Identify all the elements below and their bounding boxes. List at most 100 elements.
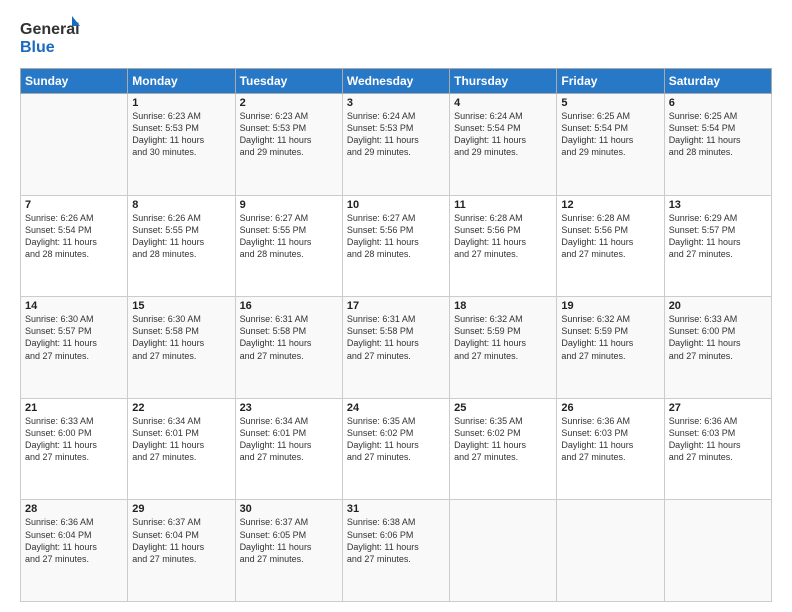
day-info: Sunrise: 6:30 AM Sunset: 5:57 PM Dayligh… — [25, 313, 123, 362]
day-info: Sunrise: 6:36 AM Sunset: 6:04 PM Dayligh… — [25, 516, 123, 565]
day-number: 24 — [347, 402, 445, 414]
day-info: Sunrise: 6:33 AM Sunset: 6:00 PM Dayligh… — [25, 415, 123, 464]
calendar-cell: 5Sunrise: 6:25 AM Sunset: 5:54 PM Daylig… — [557, 94, 664, 196]
day-info: Sunrise: 6:23 AM Sunset: 5:53 PM Dayligh… — [132, 110, 230, 159]
day-info: Sunrise: 6:25 AM Sunset: 5:54 PM Dayligh… — [561, 110, 659, 159]
calendar-cell — [664, 500, 771, 602]
calendar-cell: 13Sunrise: 6:29 AM Sunset: 5:57 PM Dayli… — [664, 195, 771, 297]
calendar-cell: 31Sunrise: 6:38 AM Sunset: 6:06 PM Dayli… — [342, 500, 449, 602]
calendar-cell: 27Sunrise: 6:36 AM Sunset: 6:03 PM Dayli… — [664, 398, 771, 500]
calendar-cell: 23Sunrise: 6:34 AM Sunset: 6:01 PM Dayli… — [235, 398, 342, 500]
day-info: Sunrise: 6:37 AM Sunset: 6:04 PM Dayligh… — [132, 516, 230, 565]
day-number: 28 — [25, 503, 123, 515]
day-number: 5 — [561, 97, 659, 109]
day-info: Sunrise: 6:33 AM Sunset: 6:00 PM Dayligh… — [669, 313, 767, 362]
day-info: Sunrise: 6:29 AM Sunset: 5:57 PM Dayligh… — [669, 212, 767, 261]
day-of-week-header: Monday — [128, 69, 235, 94]
logo: GeneralBlue — [20, 16, 80, 58]
calendar-cell: 21Sunrise: 6:33 AM Sunset: 6:00 PM Dayli… — [21, 398, 128, 500]
day-info: Sunrise: 6:35 AM Sunset: 6:02 PM Dayligh… — [454, 415, 552, 464]
day-number: 14 — [25, 300, 123, 312]
day-number: 2 — [240, 97, 338, 109]
calendar-cell — [557, 500, 664, 602]
header: GeneralBlue — [20, 16, 772, 58]
day-info: Sunrise: 6:31 AM Sunset: 5:58 PM Dayligh… — [347, 313, 445, 362]
day-number: 12 — [561, 199, 659, 211]
day-info: Sunrise: 6:27 AM Sunset: 5:56 PM Dayligh… — [347, 212, 445, 261]
day-number: 30 — [240, 503, 338, 515]
day-number: 9 — [240, 199, 338, 211]
calendar-cell: 6Sunrise: 6:25 AM Sunset: 5:54 PM Daylig… — [664, 94, 771, 196]
calendar-cell: 9Sunrise: 6:27 AM Sunset: 5:55 PM Daylig… — [235, 195, 342, 297]
day-number: 21 — [25, 402, 123, 414]
calendar-table: SundayMondayTuesdayWednesdayThursdayFrid… — [20, 68, 772, 602]
day-info: Sunrise: 6:26 AM Sunset: 5:54 PM Dayligh… — [25, 212, 123, 261]
calendar-cell — [450, 500, 557, 602]
day-number: 1 — [132, 97, 230, 109]
day-number: 22 — [132, 402, 230, 414]
day-number: 15 — [132, 300, 230, 312]
day-number: 25 — [454, 402, 552, 414]
day-number: 26 — [561, 402, 659, 414]
day-number: 7 — [25, 199, 123, 211]
calendar-cell: 4Sunrise: 6:24 AM Sunset: 5:54 PM Daylig… — [450, 94, 557, 196]
calendar-week-row: 21Sunrise: 6:33 AM Sunset: 6:00 PM Dayli… — [21, 398, 772, 500]
calendar-week-row: 1Sunrise: 6:23 AM Sunset: 5:53 PM Daylig… — [21, 94, 772, 196]
day-info: Sunrise: 6:34 AM Sunset: 6:01 PM Dayligh… — [132, 415, 230, 464]
calendar-cell — [21, 94, 128, 196]
calendar-cell: 14Sunrise: 6:30 AM Sunset: 5:57 PM Dayli… — [21, 297, 128, 399]
calendar-cell: 20Sunrise: 6:33 AM Sunset: 6:00 PM Dayli… — [664, 297, 771, 399]
day-info: Sunrise: 6:36 AM Sunset: 6:03 PM Dayligh… — [561, 415, 659, 464]
calendar-cell: 2Sunrise: 6:23 AM Sunset: 5:53 PM Daylig… — [235, 94, 342, 196]
day-number: 27 — [669, 402, 767, 414]
calendar-cell: 11Sunrise: 6:28 AM Sunset: 5:56 PM Dayli… — [450, 195, 557, 297]
calendar-week-row: 7Sunrise: 6:26 AM Sunset: 5:54 PM Daylig… — [21, 195, 772, 297]
day-info: Sunrise: 6:27 AM Sunset: 5:55 PM Dayligh… — [240, 212, 338, 261]
day-info: Sunrise: 6:23 AM Sunset: 5:53 PM Dayligh… — [240, 110, 338, 159]
calendar-cell: 12Sunrise: 6:28 AM Sunset: 5:56 PM Dayli… — [557, 195, 664, 297]
calendar-cell: 25Sunrise: 6:35 AM Sunset: 6:02 PM Dayli… — [450, 398, 557, 500]
svg-text:General: General — [20, 21, 80, 38]
day-info: Sunrise: 6:31 AM Sunset: 5:58 PM Dayligh… — [240, 313, 338, 362]
day-number: 17 — [347, 300, 445, 312]
logo-svg: GeneralBlue — [20, 16, 80, 58]
svg-text:Blue: Blue — [20, 39, 55, 56]
day-of-week-header: Friday — [557, 69, 664, 94]
page: GeneralBlue SundayMondayTuesdayWednesday… — [0, 0, 792, 612]
day-of-week-header: Tuesday — [235, 69, 342, 94]
calendar-week-row: 14Sunrise: 6:30 AM Sunset: 5:57 PM Dayli… — [21, 297, 772, 399]
calendar-cell: 10Sunrise: 6:27 AM Sunset: 5:56 PM Dayli… — [342, 195, 449, 297]
calendar-cell: 24Sunrise: 6:35 AM Sunset: 6:02 PM Dayli… — [342, 398, 449, 500]
day-of-week-header: Sunday — [21, 69, 128, 94]
day-info: Sunrise: 6:24 AM Sunset: 5:54 PM Dayligh… — [454, 110, 552, 159]
calendar-header-row: SundayMondayTuesdayWednesdayThursdayFrid… — [21, 69, 772, 94]
calendar-cell: 28Sunrise: 6:36 AM Sunset: 6:04 PM Dayli… — [21, 500, 128, 602]
day-info: Sunrise: 6:28 AM Sunset: 5:56 PM Dayligh… — [561, 212, 659, 261]
calendar-cell: 26Sunrise: 6:36 AM Sunset: 6:03 PM Dayli… — [557, 398, 664, 500]
calendar-cell: 29Sunrise: 6:37 AM Sunset: 6:04 PM Dayli… — [128, 500, 235, 602]
calendar-cell: 16Sunrise: 6:31 AM Sunset: 5:58 PM Dayli… — [235, 297, 342, 399]
day-info: Sunrise: 6:28 AM Sunset: 5:56 PM Dayligh… — [454, 212, 552, 261]
calendar-cell: 18Sunrise: 6:32 AM Sunset: 5:59 PM Dayli… — [450, 297, 557, 399]
day-info: Sunrise: 6:34 AM Sunset: 6:01 PM Dayligh… — [240, 415, 338, 464]
day-number: 16 — [240, 300, 338, 312]
day-number: 18 — [454, 300, 552, 312]
day-info: Sunrise: 6:26 AM Sunset: 5:55 PM Dayligh… — [132, 212, 230, 261]
day-number: 6 — [669, 97, 767, 109]
calendar-cell: 8Sunrise: 6:26 AM Sunset: 5:55 PM Daylig… — [128, 195, 235, 297]
day-number: 23 — [240, 402, 338, 414]
day-number: 29 — [132, 503, 230, 515]
calendar-cell: 3Sunrise: 6:24 AM Sunset: 5:53 PM Daylig… — [342, 94, 449, 196]
day-of-week-header: Saturday — [664, 69, 771, 94]
day-number: 19 — [561, 300, 659, 312]
day-info: Sunrise: 6:38 AM Sunset: 6:06 PM Dayligh… — [347, 516, 445, 565]
day-number: 20 — [669, 300, 767, 312]
day-number: 3 — [347, 97, 445, 109]
day-info: Sunrise: 6:25 AM Sunset: 5:54 PM Dayligh… — [669, 110, 767, 159]
calendar-cell: 19Sunrise: 6:32 AM Sunset: 5:59 PM Dayli… — [557, 297, 664, 399]
calendar-cell: 1Sunrise: 6:23 AM Sunset: 5:53 PM Daylig… — [128, 94, 235, 196]
day-number: 8 — [132, 199, 230, 211]
day-info: Sunrise: 6:30 AM Sunset: 5:58 PM Dayligh… — [132, 313, 230, 362]
day-info: Sunrise: 6:36 AM Sunset: 6:03 PM Dayligh… — [669, 415, 767, 464]
day-of-week-header: Wednesday — [342, 69, 449, 94]
